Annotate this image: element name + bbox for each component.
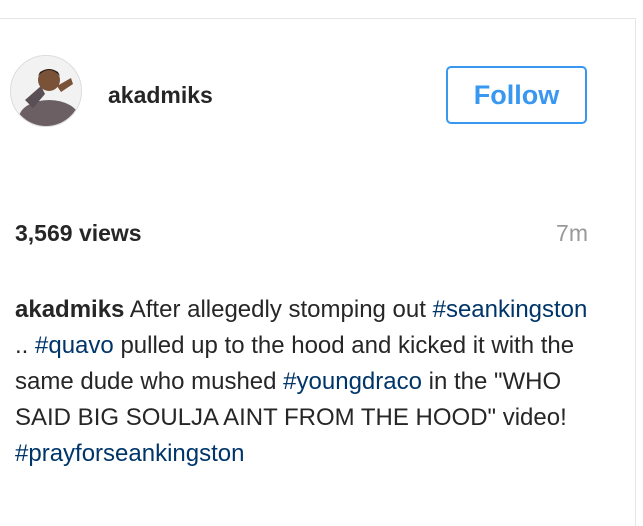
- hashtag-link[interactable]: #quavo: [35, 332, 114, 359]
- view-count[interactable]: 3,569 views: [15, 218, 142, 248]
- follow-button[interactable]: Follow: [446, 66, 587, 124]
- avatar[interactable]: [10, 55, 82, 127]
- post-timestamp: 7m: [556, 220, 588, 246]
- post-caption: akadmiks After allegedly stomping out #s…: [15, 292, 605, 472]
- caption-text: ..: [15, 332, 29, 359]
- username[interactable]: akadmiks: [108, 80, 213, 110]
- profile-photo-icon: [11, 56, 81, 126]
- caption-author[interactable]: akadmiks: [15, 296, 124, 323]
- hashtag-link[interactable]: #seankingston: [433, 296, 588, 323]
- hashtag-link[interactable]: #youngdraco: [283, 368, 422, 395]
- hashtag-link[interactable]: #prayforseankingston: [15, 440, 244, 467]
- caption-text: After allegedly stomping out: [129, 296, 426, 323]
